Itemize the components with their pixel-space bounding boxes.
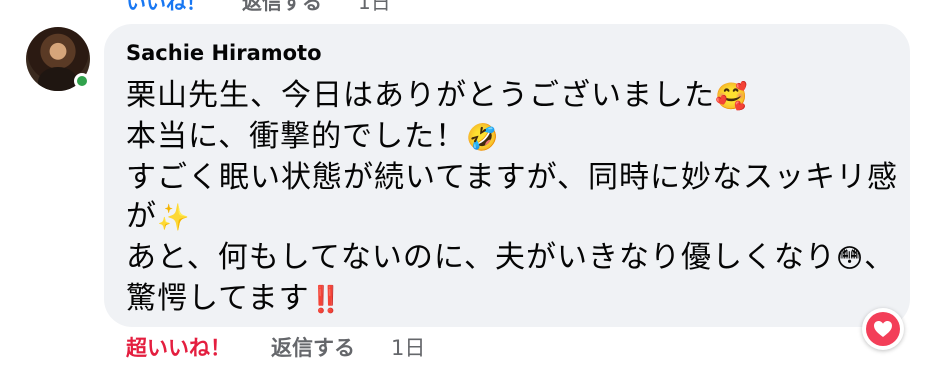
comment-line: 驚愕してます‼️ [126, 281, 343, 316]
comment-actions: 超いいね！ 返信する 1日 [126, 332, 425, 362]
rolling-on-floor-laughing-icon: 🤣 [466, 123, 500, 153]
reply-button[interactable]: 返信する [242, 0, 322, 15]
reply-button[interactable]: 返信する [271, 332, 355, 362]
comment-bubble: Sachie Hiramoto 栗山先生、今日はありがとうございました🥰 本当に… [104, 24, 910, 327]
double-exclamation-icon: ‼️ [309, 285, 343, 315]
reaction-badge[interactable] [862, 308, 904, 350]
comment-line: 本当に、衝撃的でした！🤣 [126, 119, 500, 154]
comment-thread: いいね！ 返信する 1日 Sachie Hiramoto 栗山先生、今日はありが… [0, 0, 944, 370]
avatar[interactable] [26, 27, 90, 91]
heart-icon [866, 312, 900, 346]
flushed-face-icon: 😳 [836, 244, 865, 274]
timestamp[interactable]: 1日 [391, 332, 425, 362]
comment-line: 栗山先生、今日はありがとうございました🥰 [126, 78, 749, 113]
smiling-face-with-hearts-icon: 🥰 [715, 82, 749, 112]
love-reaction-button[interactable]: 超いいね！ [126, 332, 231, 362]
like-button[interactable]: いいね！ [126, 0, 206, 15]
previous-comment-actions: いいね！ 返信する 1日 [126, 0, 391, 15]
comment-line: が✨ [126, 199, 191, 234]
comment-line: すごく眠い状態が続いてますが、同時に妙なスッキリ感 [126, 160, 898, 195]
sparkles-icon: ✨ [157, 203, 191, 233]
online-status-icon [74, 73, 90, 89]
comment-author[interactable]: Sachie Hiramoto [126, 40, 886, 66]
comment-line: あと、何もしてないのに、夫がいきなり優しくなり😳、 [126, 240, 896, 275]
timestamp[interactable]: 1日 [358, 0, 391, 15]
